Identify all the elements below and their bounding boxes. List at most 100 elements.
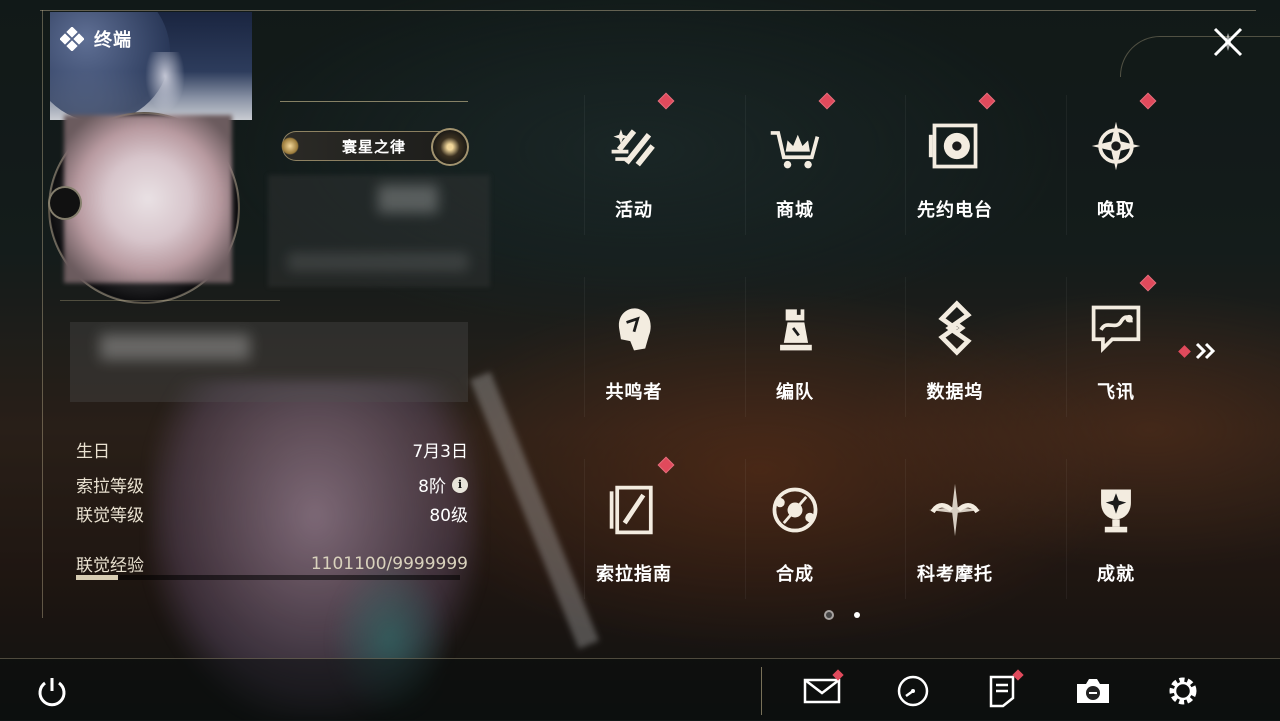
message-icon bbox=[1081, 293, 1151, 363]
grid-line bbox=[584, 459, 585, 599]
terminal-diamond-icon bbox=[60, 27, 84, 51]
chess-team-icon bbox=[760, 293, 830, 363]
motorcycle-icon bbox=[920, 475, 990, 545]
page-dot-1[interactable] bbox=[826, 612, 832, 618]
grid-line bbox=[905, 459, 906, 599]
menu-item-7[interactable]: 数据坞 bbox=[895, 277, 1015, 427]
summon-compass-icon bbox=[1081, 111, 1151, 181]
notification-dot bbox=[1139, 92, 1157, 110]
menu-item-label: 索拉指南 bbox=[596, 564, 672, 585]
menu-item-label: 共鸣者 bbox=[605, 382, 663, 403]
badge-star-icon bbox=[281, 137, 299, 155]
stat-label: 联觉经验 bbox=[76, 556, 144, 576]
grid-line bbox=[745, 95, 746, 235]
menu-item-9[interactable]: 索拉指南 bbox=[574, 456, 694, 609]
notification-dot bbox=[818, 92, 836, 110]
stat-union-exp: 联觉经验 1101100/9999999 bbox=[76, 551, 468, 577]
avatar-edit-knob[interactable] bbox=[48, 186, 82, 220]
menu-item-1[interactable]: 活动 bbox=[574, 92, 694, 245]
mail-button[interactable] bbox=[802, 669, 844, 711]
camera-icon bbox=[1077, 679, 1109, 703]
menu-item-11[interactable]: 科考摩托 bbox=[895, 459, 1015, 609]
menu-item-label: 成就 bbox=[1097, 564, 1135, 585]
menu-item-label: 活动 bbox=[615, 200, 653, 221]
close-button[interactable] bbox=[1208, 22, 1248, 62]
radio-icon bbox=[920, 111, 990, 181]
shop-cart-icon bbox=[760, 111, 830, 181]
stat-birthday: 生日 7月3日 bbox=[76, 437, 468, 462]
menu-item-5[interactable]: 共鸣者 bbox=[574, 277, 694, 427]
page-dot-2[interactable] bbox=[854, 612, 860, 618]
stat-union-level: 联觉等级 80级 bbox=[76, 501, 468, 526]
camera-button[interactable] bbox=[1073, 671, 1113, 711]
exp-progress-bar bbox=[76, 575, 460, 580]
frame-left-line bbox=[42, 10, 43, 618]
badge-label: 寰星之律 bbox=[341, 137, 406, 156]
notice-button[interactable] bbox=[982, 669, 1024, 711]
stat-value: 80级 bbox=[429, 506, 468, 526]
grid-line bbox=[745, 277, 746, 417]
notification-dot bbox=[657, 92, 675, 110]
trophy-icon bbox=[1081, 475, 1151, 545]
stat-value: 8阶 bbox=[418, 477, 446, 497]
menu-item-6[interactable]: 编队 bbox=[735, 277, 855, 427]
menu-item-12[interactable]: 成就 bbox=[1056, 459, 1176, 609]
menu-item-4[interactable]: 唤取 bbox=[1056, 92, 1176, 245]
settings-button[interactable] bbox=[1163, 671, 1203, 711]
blurred-name-panel bbox=[268, 175, 490, 287]
stat-label: 联觉等级 bbox=[76, 506, 144, 526]
clock-button[interactable] bbox=[893, 671, 933, 711]
grid-line bbox=[745, 459, 746, 599]
notice-icon bbox=[989, 675, 1015, 708]
menu-item-label: 唤取 bbox=[1097, 200, 1135, 221]
title-badge[interactable]: 寰星之律 bbox=[281, 128, 469, 166]
bottom-divider bbox=[761, 667, 762, 715]
page-header: 终端 bbox=[60, 26, 132, 52]
close-icon bbox=[1213, 27, 1243, 57]
avatar[interactable] bbox=[64, 115, 232, 283]
settings-gear-icon bbox=[1169, 677, 1197, 705]
event-icon bbox=[599, 111, 669, 181]
menu-item-10[interactable]: 合成 bbox=[735, 459, 855, 609]
stat-sola-level: 索拉等级 8阶 i bbox=[76, 472, 468, 497]
menu-item-label: 合成 bbox=[776, 564, 814, 585]
menu-item-label: 科考摩托 bbox=[917, 564, 993, 585]
info-icon[interactable]: i bbox=[452, 476, 468, 493]
mail-icon bbox=[803, 678, 841, 704]
grid-line bbox=[1066, 277, 1067, 417]
badge-orb-icon bbox=[431, 128, 469, 166]
power-button[interactable] bbox=[32, 672, 72, 712]
guide-book-icon bbox=[599, 475, 669, 545]
notification-dot bbox=[978, 92, 996, 110]
menu-item-3[interactable]: 先约电台 bbox=[895, 92, 1015, 245]
notification-dot bbox=[1178, 344, 1191, 358]
resonator-portrait-icon bbox=[599, 293, 669, 363]
grid-line bbox=[1066, 95, 1067, 235]
grid-line bbox=[905, 95, 906, 235]
menu-item-2[interactable]: 商城 bbox=[735, 92, 855, 245]
menu-item-label: 先约电台 bbox=[917, 200, 993, 221]
notification-dot bbox=[1139, 274, 1157, 292]
menu-item-label: 数据坞 bbox=[926, 382, 984, 403]
exp-progress-fill bbox=[76, 575, 119, 580]
page-indicator bbox=[826, 612, 860, 618]
data-dock-icon bbox=[920, 293, 990, 363]
menu-item-label: 商城 bbox=[776, 200, 814, 221]
power-icon bbox=[38, 678, 66, 707]
stat-label: 生日 bbox=[76, 442, 110, 462]
next-page-button[interactable] bbox=[1178, 340, 1220, 362]
page-title: 终端 bbox=[94, 30, 132, 51]
menu-item-8[interactable]: 飞讯 bbox=[1056, 274, 1176, 427]
blurred-signature-panel[interactable] bbox=[70, 322, 468, 402]
frame-top-line bbox=[40, 10, 1256, 11]
synthesis-icon bbox=[760, 475, 830, 545]
frame-corner bbox=[1120, 36, 1280, 77]
stat-value: 7月3日 bbox=[412, 442, 468, 462]
divider bbox=[60, 300, 280, 301]
grid-line bbox=[584, 95, 585, 235]
double-chevron-right-icon bbox=[1195, 342, 1216, 360]
divider bbox=[280, 101, 468, 102]
grid-line bbox=[584, 277, 585, 417]
menu-item-label: 飞讯 bbox=[1097, 382, 1135, 403]
bottom-bar bbox=[0, 658, 1280, 721]
